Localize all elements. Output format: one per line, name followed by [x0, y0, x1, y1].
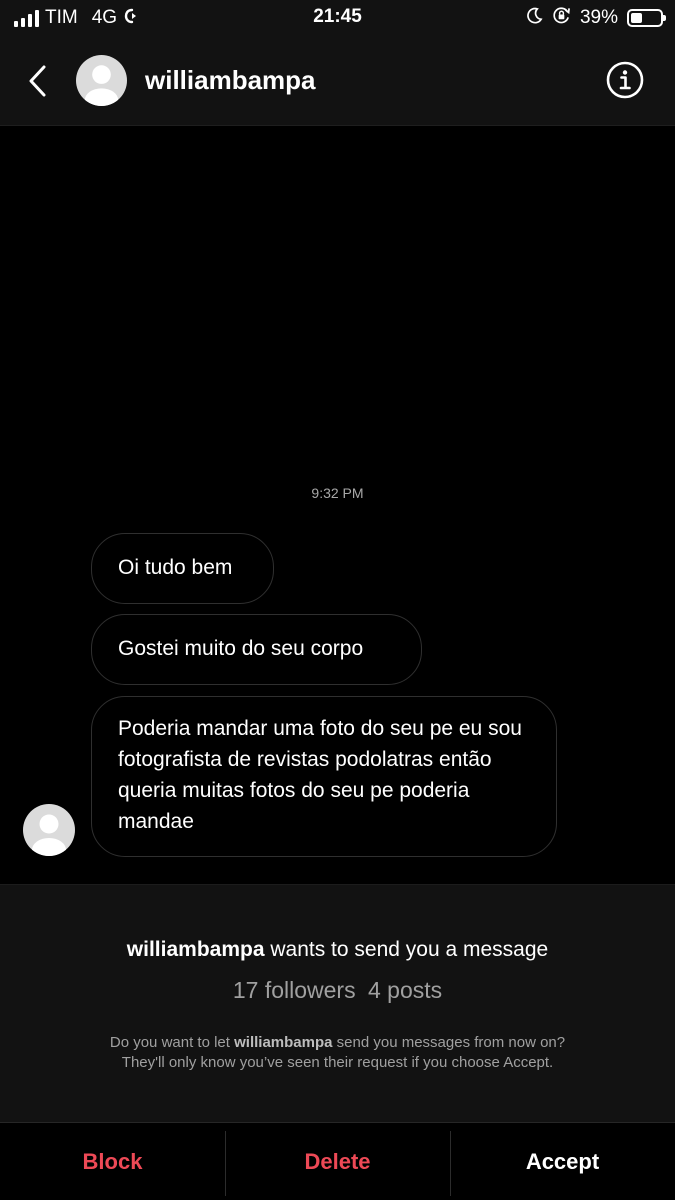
desc-prefix: Do you want to let	[109, 1034, 235, 1051]
message-request-panel: williambampa wants to send you a message…	[0, 884, 675, 1122]
message-text: Poderia mandar uma foto do seu pe eu sou…	[118, 717, 522, 833]
delete-button[interactable]: Delete	[225, 1123, 450, 1200]
chat-header: williambampa	[0, 36, 675, 126]
back-chevron-icon	[29, 65, 46, 97]
status-right: 39%	[526, 6, 666, 30]
request-title-suffix: wants to send you a message	[264, 938, 549, 961]
message-timestamp: 9:32 PM	[311, 485, 364, 501]
header-username[interactable]: williambampa	[145, 65, 316, 96]
message-bubble[interactable]: Oi tudo bem	[91, 533, 274, 604]
desc-username: williambampa	[234, 1034, 333, 1051]
battery-fill	[631, 13, 642, 23]
request-title: williambampa wants to send you a message	[0, 938, 675, 962]
desc-suffix: send you messages from now on?	[332, 1034, 566, 1051]
followers-count: 17 followers	[232, 977, 356, 1003]
request-description-line1: Do you want to let williambampa send you…	[0, 1033, 675, 1053]
accept-button[interactable]: Accept	[450, 1123, 675, 1200]
message-text: Gostei muito do seu corpo	[118, 637, 364, 660]
avatar-icon	[23, 804, 75, 856]
rotation-lock-icon	[552, 6, 571, 30]
moon-icon	[526, 7, 543, 29]
message-bubble[interactable]: Gostei muito do seu corpo	[91, 614, 422, 685]
message-text: Oi tudo bem	[118, 556, 233, 579]
avatar-icon	[76, 55, 127, 106]
header-avatar[interactable]	[76, 55, 127, 106]
info-icon	[606, 61, 644, 99]
block-button[interactable]: Block	[0, 1123, 225, 1200]
message-bubble[interactable]: Poderia mandar uma foto do seu pe eu sou…	[91, 696, 557, 857]
info-button[interactable]	[605, 60, 645, 100]
sender-avatar[interactable]	[23, 804, 75, 856]
request-description: Do you want to let williambampa send you…	[0, 1033, 675, 1073]
dm-request-screen: TIM 4G 21:45 39% williambampa 9:32 PM Oi…	[0, 0, 675, 1200]
battery-percent: 39%	[579, 7, 618, 28]
posts-count: 4 posts	[367, 977, 443, 1003]
request-action-bar: Block Delete Accept	[0, 1122, 675, 1200]
back-button[interactable]	[20, 62, 54, 100]
request-username: williambampa	[126, 938, 265, 961]
request-description-line2: They'll only know you’ve seen their requ…	[121, 1054, 554, 1071]
request-stats: 17 followers 4 posts	[0, 977, 675, 1004]
battery-icon	[627, 9, 666, 27]
status-bar: TIM 4G 21:45 39%	[0, 0, 675, 36]
